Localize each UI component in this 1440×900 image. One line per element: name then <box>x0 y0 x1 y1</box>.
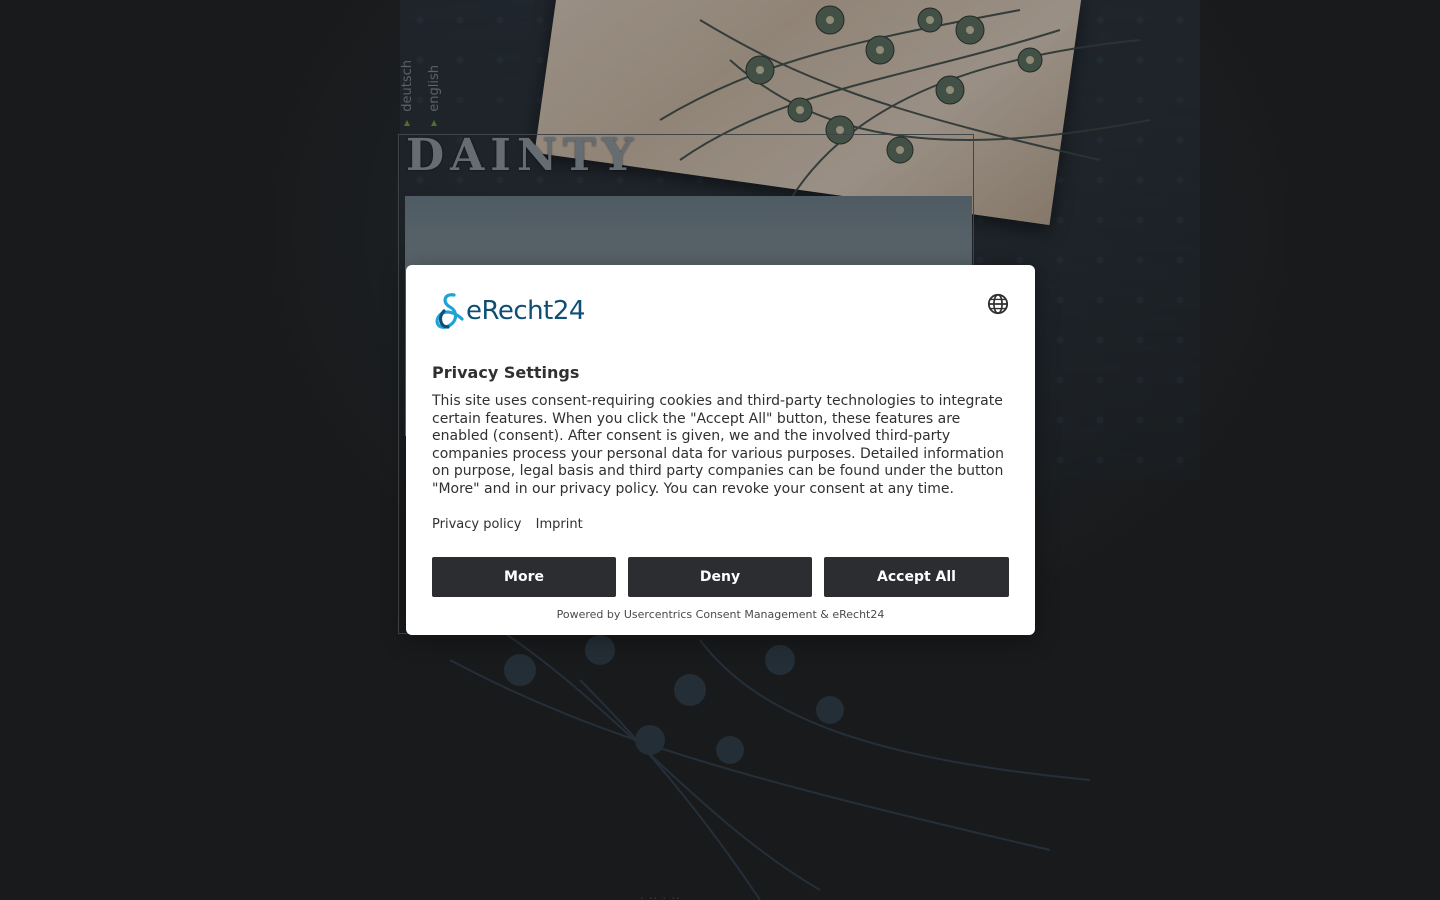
accept-all-button[interactable]: Accept All <box>824 557 1009 597</box>
privacy-policy-link[interactable]: Privacy policy <box>432 517 521 532</box>
more-button[interactable]: More <box>432 557 616 597</box>
dialog-title: Privacy Settings <box>432 363 580 382</box>
brand-logo: eRecht24 <box>432 291 585 331</box>
brand-name: eRecht24 <box>466 296 585 326</box>
legal-links: Privacy policy Imprint <box>432 517 593 532</box>
dialog-description: This site uses consent-requiring cookies… <box>432 393 1005 497</box>
deny-button[interactable]: Deny <box>628 557 812 597</box>
globe-icon[interactable] <box>987 293 1009 315</box>
imprint-link[interactable]: Imprint <box>536 517 583 532</box>
consent-dialog: eRecht24 Privacy Settings This site uses… <box>406 265 1035 635</box>
erecht24-logo-icon <box>435 293 464 329</box>
page-background: deutsch english DAINTY · ·· · ·· eRecht2… <box>0 0 1440 900</box>
powered-by-text: Powered by Usercentrics Consent Manageme… <box>556 608 885 621</box>
